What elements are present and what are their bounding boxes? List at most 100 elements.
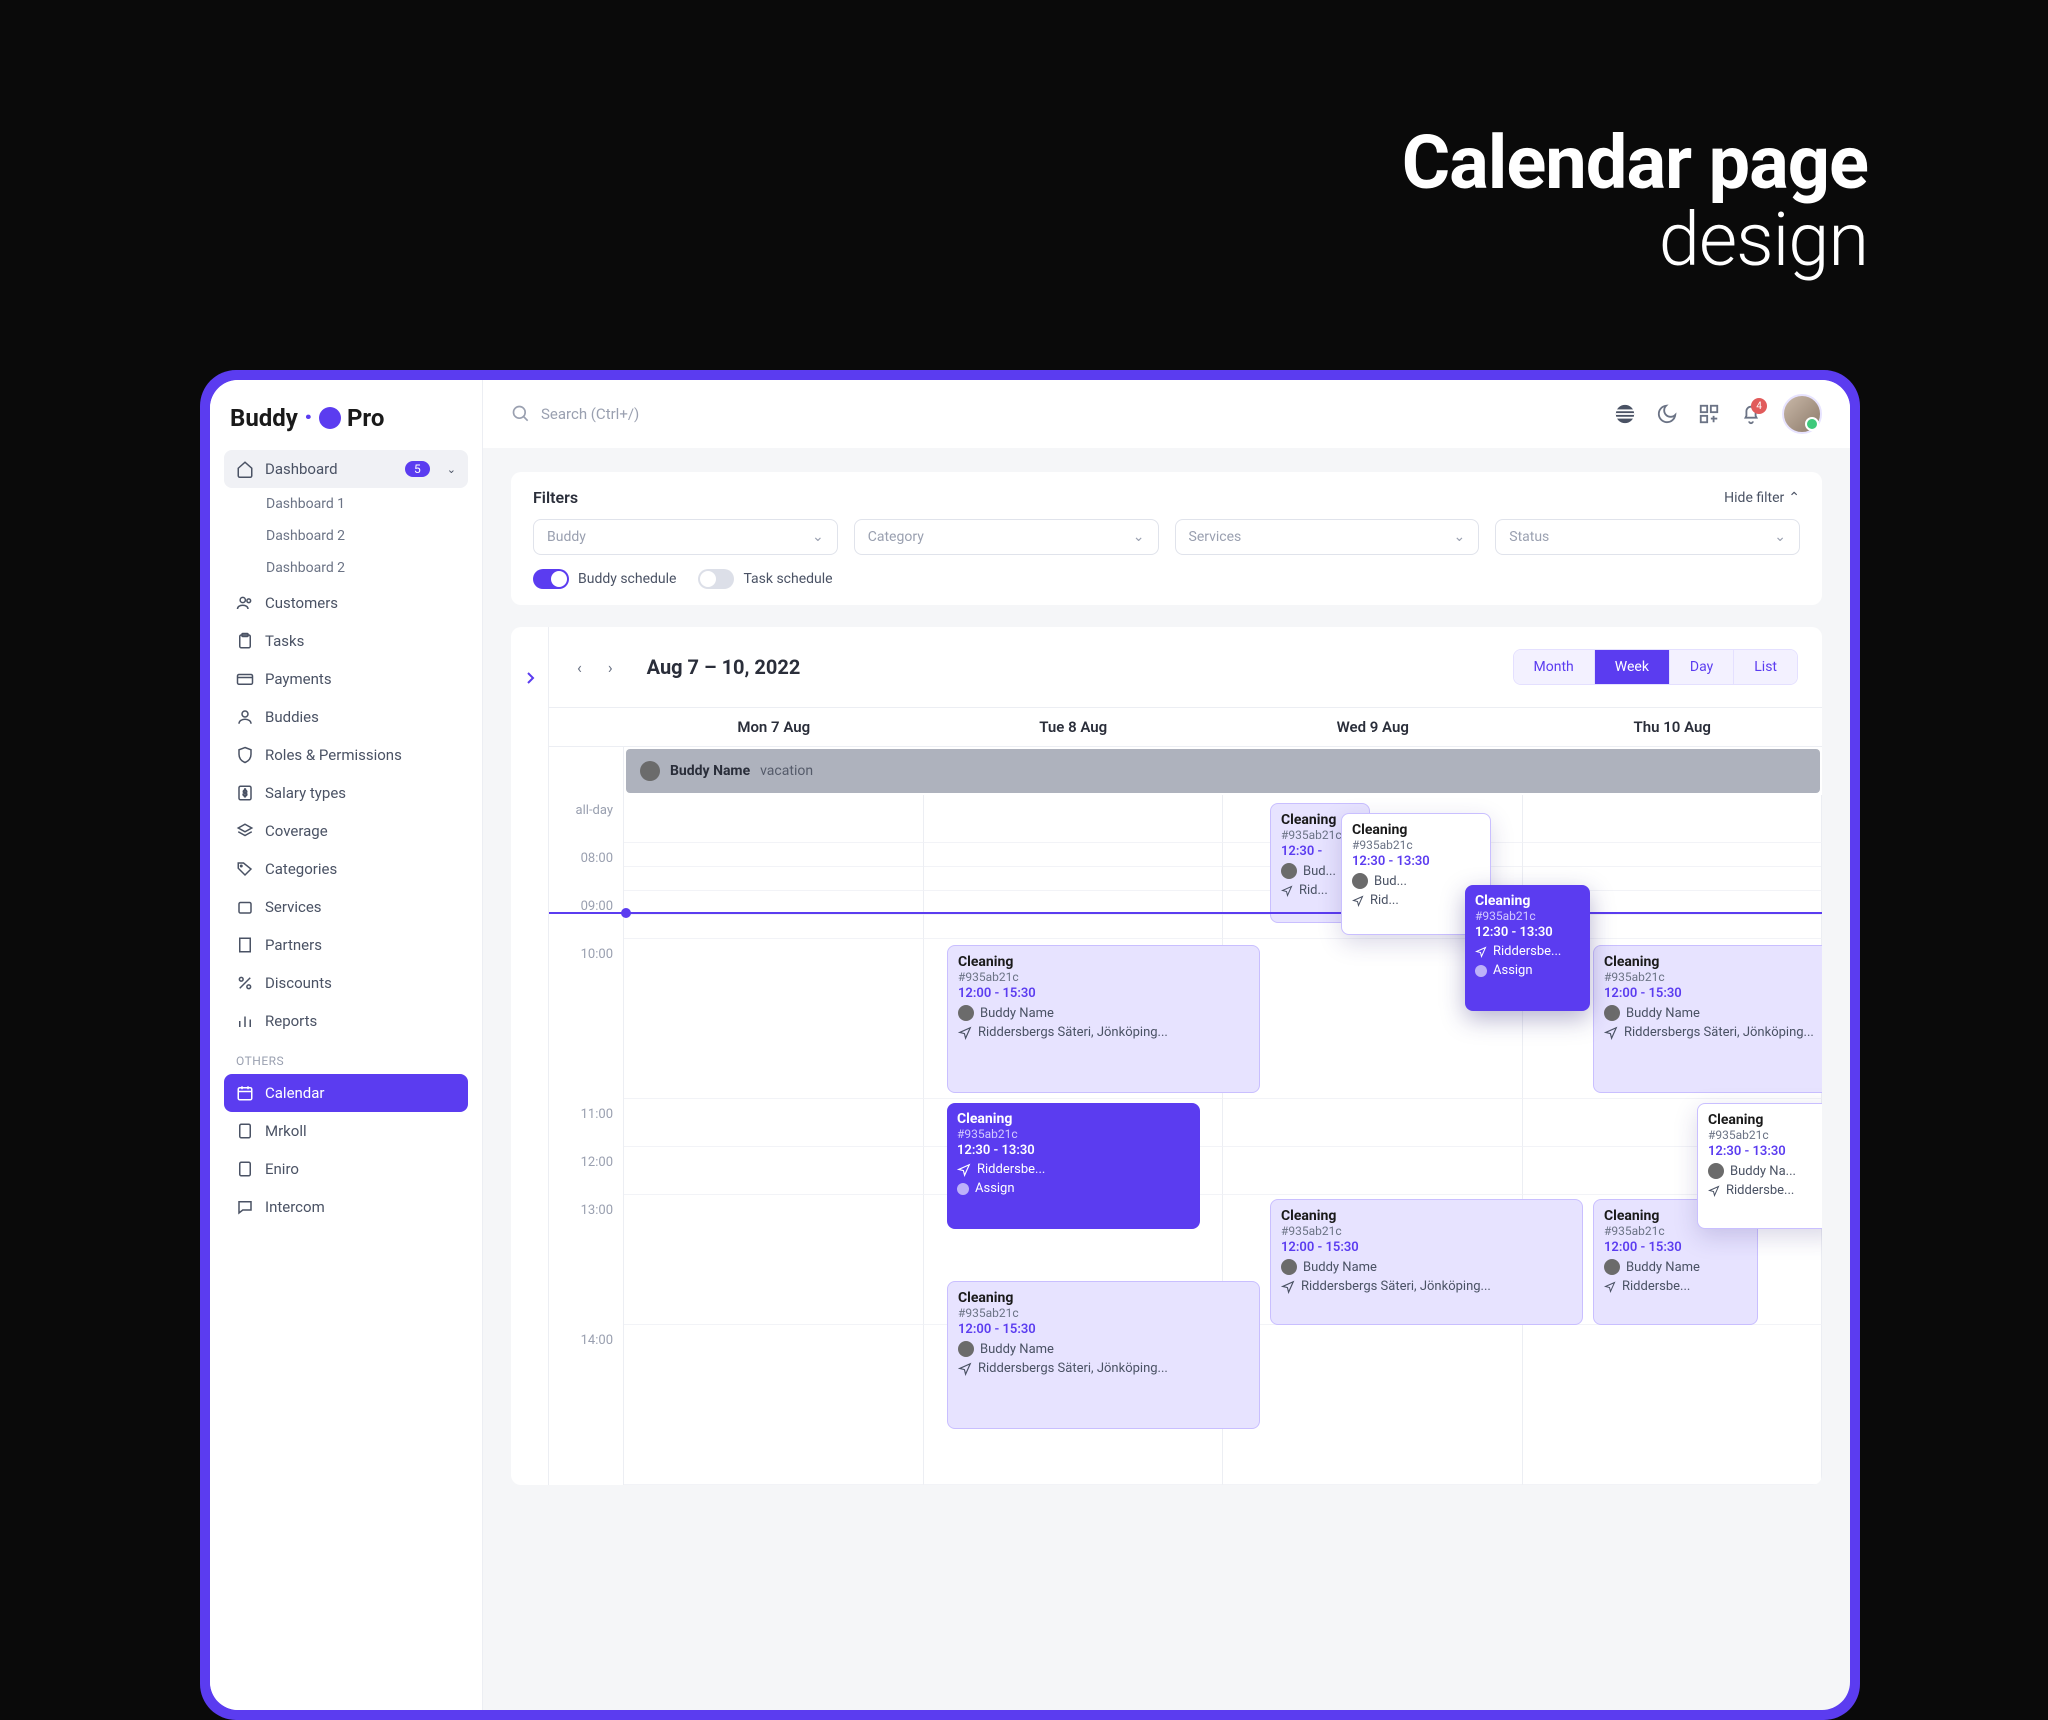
chevron-right-icon (525, 671, 535, 685)
avatar-icon (1708, 1163, 1724, 1179)
time-label: 08:00 (549, 843, 624, 891)
sidebar-item-buddies[interactable]: Buddies (224, 698, 468, 736)
event-tooltip[interactable]: Cleaning #935ab21c 12:30 - 13:30 Ridders… (1465, 885, 1590, 1011)
theme-icon[interactable] (1656, 403, 1678, 425)
sidebar-label: Dashboard (265, 460, 338, 478)
chevron-down-icon: ⌄ (447, 463, 456, 476)
apps-icon[interactable] (1698, 403, 1720, 425)
view-day[interactable]: Day (1669, 650, 1733, 684)
event-card[interactable]: Cleaning #935ab21c 12:00 - 15:30 Buddy N… (1593, 945, 1822, 1093)
sidebar-item-reports[interactable]: Reports (224, 1002, 468, 1040)
filter-category[interactable]: Category⌄ (854, 519, 1159, 555)
view-switch: Month Week Day List (1513, 649, 1798, 685)
brand-logo[interactable]: Buddy·Pro (230, 404, 468, 432)
sidebar-item-dashboard[interactable]: Dashboard 5 ⌄ (224, 450, 468, 488)
sidebar-item-intercom[interactable]: Intercom (224, 1188, 468, 1226)
bell-icon[interactable]: 4 (1740, 403, 1762, 425)
search-placeholder: Search (Ctrl+/) (541, 405, 639, 423)
current-time-indicator (549, 912, 1822, 914)
tag-icon (236, 860, 254, 878)
time-label: 14:00 (549, 1325, 624, 1485)
clipboard-icon (236, 632, 254, 650)
chevron-down-icon: ⌄ (812, 529, 824, 545)
time-label: 12:00 (549, 1147, 624, 1195)
location-icon (1281, 885, 1293, 897)
location-icon (1352, 895, 1364, 907)
sidebar-item-calendar[interactable]: Calendar (224, 1074, 468, 1112)
building-icon (236, 936, 254, 954)
sidebar-item-eniro[interactable]: Eniro (224, 1150, 468, 1188)
user-icon (236, 708, 254, 726)
toggle-label: Task schedule (743, 571, 832, 587)
sidebar-item-roles[interactable]: Roles & Permissions (224, 736, 468, 774)
svg-text:$: $ (243, 788, 248, 799)
sidebar-item-mrkoll[interactable]: Mrkoll (224, 1112, 468, 1150)
avatar-icon (1352, 873, 1368, 889)
event-card[interactable]: Cleaning #935ab21c 12:00 - 15:30 Buddy N… (947, 1281, 1260, 1429)
prev-button[interactable]: ‹ (573, 658, 586, 677)
sidebar-item-categories[interactable]: Categories (224, 850, 468, 888)
percent-icon (236, 974, 254, 992)
lang-icon[interactable] (1614, 403, 1636, 425)
event-card[interactable]: Cleaning #935ab21c 12:30 - 13:30 Ridders… (947, 1103, 1200, 1229)
box-icon (236, 898, 254, 916)
sidebar: Buddy·Pro Dashboard 5 ⌄ Dashboard 1 Dash… (210, 380, 483, 1710)
sidebar-sub-dashboard3[interactable]: Dashboard 2 (224, 552, 468, 584)
collapse-button[interactable] (511, 627, 549, 1485)
time-allday: all-day (549, 795, 624, 843)
chevron-down-icon: ⌄ (1454, 529, 1466, 545)
location-icon (958, 1026, 972, 1040)
location-icon (1708, 1185, 1720, 1197)
filter-services[interactable]: Services⌄ (1175, 519, 1480, 555)
time-label: 09:00 (549, 891, 624, 939)
card-icon (236, 670, 254, 688)
toggle-task-schedule[interactable] (698, 569, 734, 589)
sidebar-item-tasks[interactable]: Tasks (224, 622, 468, 660)
event-card[interactable]: Cleaning #935ab21c 12:00 - 15:30 Buddy N… (947, 945, 1260, 1093)
sidebar-item-coverage[interactable]: Coverage (224, 812, 468, 850)
avatar-icon (640, 761, 660, 781)
sidebar-sub-dashboard2[interactable]: Dashboard 2 (224, 520, 468, 552)
search-icon (511, 404, 531, 424)
location-icon (958, 1362, 972, 1376)
day-header: Tue 8 Aug (924, 708, 1224, 746)
date-range: Aug 7 – 10, 2022 (647, 655, 801, 679)
filter-buddy[interactable]: Buddy⌄ (533, 519, 838, 555)
shield-icon (236, 746, 254, 764)
sidebar-item-customers[interactable]: Customers (224, 584, 468, 622)
next-button[interactable]: › (604, 658, 617, 677)
topbar: Search (Ctrl+/) 4 (483, 380, 1850, 448)
chevron-down-icon: ⌄ (1133, 529, 1145, 545)
toggle-label: Buddy schedule (578, 571, 676, 587)
sidebar-item-services[interactable]: Services (224, 888, 468, 926)
dollar-icon: $ (236, 784, 254, 802)
assign-icon (957, 1183, 969, 1195)
time-label: 11:00 (549, 1099, 624, 1147)
users-icon (236, 594, 254, 612)
chat-icon (236, 1198, 254, 1216)
event-card[interactable]: Cleaning #935ab21c 12:00 - 15:30 Buddy N… (1270, 1199, 1583, 1325)
user-avatar[interactable] (1782, 394, 1822, 434)
toggle-buddy-schedule[interactable] (533, 569, 569, 589)
banner-name: Buddy Name (670, 763, 750, 779)
sidebar-item-payments[interactable]: Payments (224, 660, 468, 698)
view-week[interactable]: Week (1594, 650, 1669, 684)
view-month[interactable]: Month (1514, 650, 1594, 684)
vacation-banner[interactable]: Buddy Name vacation (626, 749, 1820, 793)
banner-status: vacation (760, 763, 813, 779)
sidebar-sub-dashboard1[interactable]: Dashboard 1 (224, 488, 468, 520)
sidebar-item-salary[interactable]: $Salary types (224, 774, 468, 812)
view-list[interactable]: List (1733, 650, 1797, 684)
time-label: 10:00 (549, 939, 624, 1099)
notification-count: 4 (1751, 398, 1767, 414)
search-input[interactable]: Search (Ctrl+/) (511, 404, 1596, 424)
location-icon (1604, 1026, 1618, 1040)
hide-filter-button[interactable]: Hide filter ⌃ (1724, 490, 1800, 506)
event-popover[interactable]: Cleaning #935ab21c 12:30 - 13:30 Buddy N… (1697, 1103, 1822, 1229)
sidebar-item-discounts[interactable]: Discounts (224, 964, 468, 1002)
filter-status[interactable]: Status⌄ (1495, 519, 1800, 555)
calendar-panel: ‹ › Aug 7 – 10, 2022 Month Week Day List (511, 627, 1822, 1485)
hero-title: Calendar page (1402, 120, 1868, 207)
sidebar-item-partners[interactable]: Partners (224, 926, 468, 964)
chevron-down-icon: ⌄ (1774, 529, 1786, 545)
